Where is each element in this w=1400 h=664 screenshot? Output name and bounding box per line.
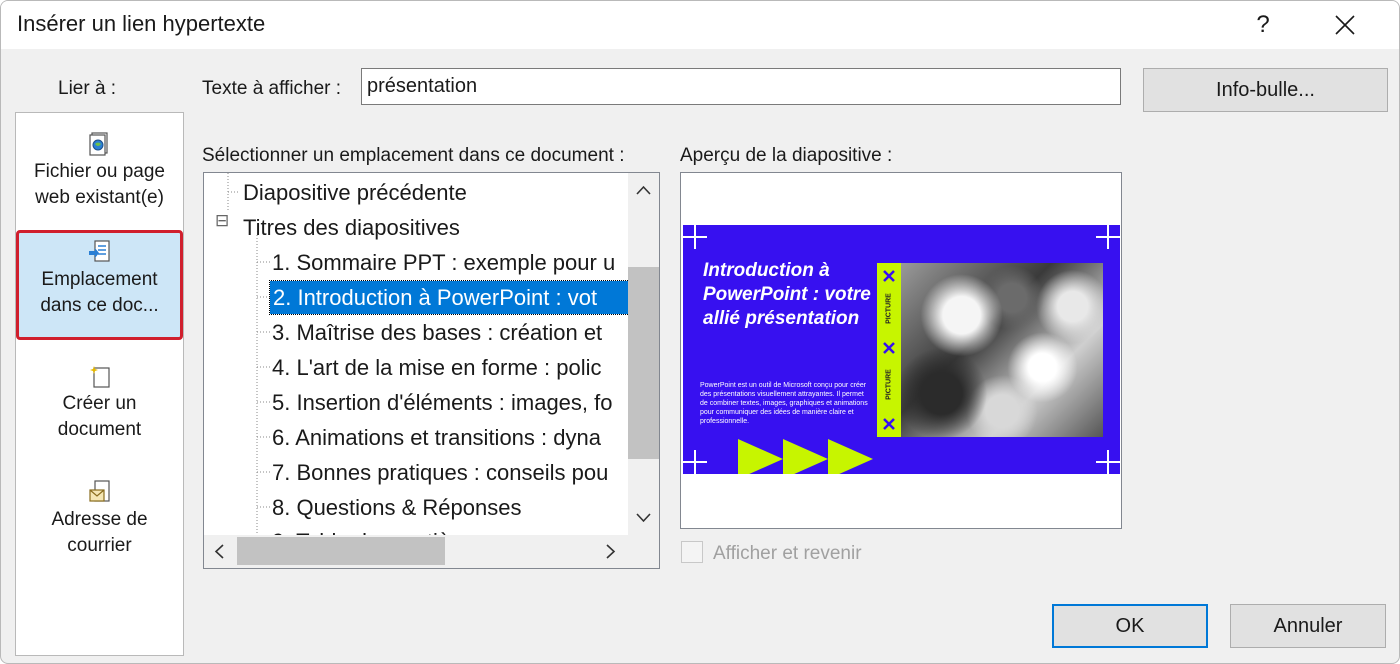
select-place-label: Sélectionner un emplacement dans ce docu… — [202, 145, 625, 166]
horizontal-scroll-thumb[interactable] — [237, 537, 445, 565]
tree-item[interactable]: 4. L'art de la mise en forme : polic — [272, 351, 601, 384]
picture-tag-label: PICTURE — [885, 293, 893, 324]
nav-existing-file-or-web[interactable]: Fichier ou page web existant(e) — [16, 131, 183, 211]
dialog-title: Insérer un lien hypertexte — [17, 11, 266, 36]
scroll-down-icon[interactable] — [628, 503, 659, 533]
link-to-label: Lier à : — [58, 78, 117, 99]
tree-item[interactable]: 1. Sommaire PPT : exemple pour u — [272, 246, 615, 279]
slide-title: Introduction à PowerPoint : votre allié … — [703, 260, 871, 329]
new-document-icon — [89, 366, 110, 388]
nav-item-label-line2: web existant(e) — [35, 187, 164, 208]
picture-tag-label: PICTURE — [885, 369, 893, 400]
vertical-scroll-thumb[interactable] — [628, 267, 659, 459]
horizontal-scrollbar[interactable] — [204, 535, 628, 568]
close-button[interactable] — [1323, 5, 1367, 45]
show-and-return-label: Afficher et revenir — [713, 543, 862, 564]
link-to-panel: Fichier ou page web existant(e) Emplacem… — [15, 112, 184, 656]
scroll-right-icon[interactable] — [596, 535, 626, 568]
tree-item-selected[interactable]: 2. Introduction à PowerPoint : vot — [269, 280, 630, 315]
slide-picture — [901, 263, 1103, 437]
insert-hyperlink-dialog: Insérer un lien hypertexte ? Lier à : Fi… — [0, 0, 1400, 664]
screentip-button[interactable]: Info-bulle... — [1143, 68, 1388, 112]
tree-item[interactable]: 7. Bonnes pratiques : conseils pou — [272, 456, 608, 489]
nav-email-address[interactable]: Adresse de courrier — [16, 479, 183, 559]
tree-item[interactable]: 5. Insertion d'éléments : images, fo — [272, 386, 612, 419]
nav-item-label-line1: Fichier ou page — [34, 161, 165, 182]
email-address-icon — [88, 480, 110, 502]
tree-item[interactable]: 8. Questions & Réponses — [272, 491, 521, 524]
slide-preview-label: Aperçu de la diapositive : — [680, 145, 893, 166]
slide-body-text: PowerPoint est un outil de Microsoft con… — [700, 382, 868, 425]
text-to-display-input[interactable]: présentation — [361, 68, 1121, 105]
nav-item-label-line1: Créer un — [62, 393, 137, 414]
collapse-toggle-icon[interactable]: ⊟ — [215, 211, 230, 231]
slide-preview-box: Introduction à PowerPoint : votre allié … — [680, 172, 1122, 529]
nav-item-label-line2: courrier — [67, 535, 132, 556]
tree-item[interactable]: Titres des diapositives — [243, 211, 460, 244]
scroll-left-icon[interactable] — [204, 535, 234, 568]
text-to-display-label: Texte à afficher : — [202, 78, 342, 99]
title-bar: Insérer un lien hypertexte ? — [1, 1, 1399, 49]
show-and-return-checkbox — [681, 541, 703, 563]
nav-item-label-line1: Adresse de — [51, 509, 148, 530]
nav-item-label-line1: Emplacement — [41, 269, 158, 290]
tree-item[interactable]: 3. Maîtrise des bases : création et — [272, 316, 602, 349]
ok-button[interactable]: OK — [1052, 604, 1208, 648]
nav-place-in-document[interactable]: Emplacement dans ce doc... — [16, 230, 183, 340]
file-web-icon — [88, 132, 108, 156]
nav-item-label-line2: document — [57, 419, 142, 440]
document-places-tree[interactable]: Diapositive précédente ⊟ Titres des diap… — [203, 172, 660, 569]
tree-item[interactable]: Diapositive précédente — [243, 176, 467, 209]
place-in-document-icon — [88, 240, 110, 262]
picture-tag-strip: PICTURE PICTURE — [877, 263, 901, 437]
help-button[interactable]: ? — [1243, 5, 1283, 45]
scroll-corner — [628, 535, 659, 568]
close-icon — [1335, 15, 1355, 35]
nav-item-label-line2: dans ce doc... — [40, 295, 159, 316]
vertical-scrollbar[interactable] — [628, 173, 659, 535]
cancel-button[interactable]: Annuler — [1230, 604, 1386, 648]
nav-create-new-document[interactable]: Créer un document — [16, 363, 183, 443]
slide-thumbnail: Introduction à PowerPoint : votre allié … — [683, 225, 1120, 474]
tree-item[interactable]: 6. Animations et transitions : dyna — [272, 421, 601, 454]
scroll-up-icon[interactable] — [628, 175, 659, 205]
